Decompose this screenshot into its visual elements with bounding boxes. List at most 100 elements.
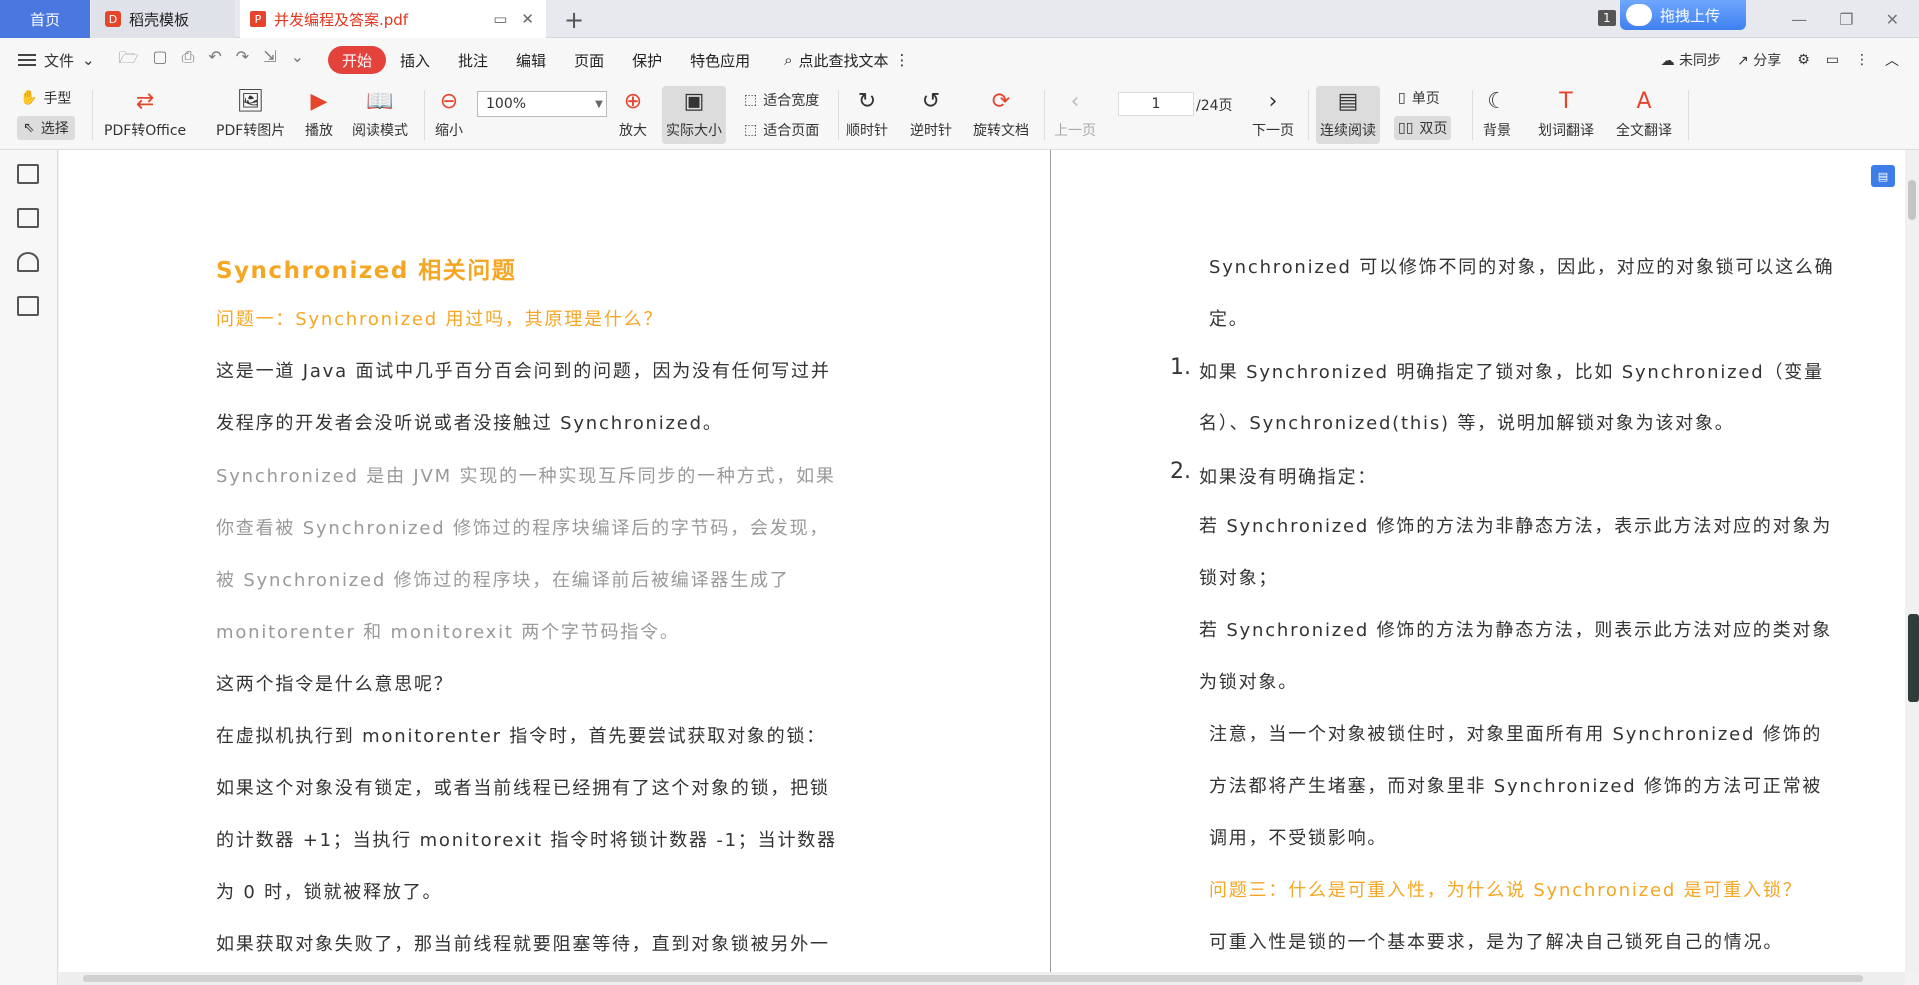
export-icon[interactable]: ⇲ xyxy=(263,47,276,74)
maximize-icon[interactable]: ❐ xyxy=(1839,10,1853,29)
save-icon[interactable]: ▢ xyxy=(152,47,167,74)
new-tab-button[interactable]: + xyxy=(564,6,584,34)
prev-page-button[interactable]: ‹ 上一页 xyxy=(1054,86,1096,140)
close-tab-icon[interactable]: ✕ xyxy=(521,10,534,28)
vertical-scrollbar[interactable] xyxy=(1905,150,1919,972)
horizontal-scrollbar[interactable] xyxy=(59,972,1905,985)
more-quick-icon[interactable]: ⌄ xyxy=(291,47,304,74)
hamburger-icon xyxy=(18,54,36,66)
zoom-in-button[interactable]: ⊕ 放大 xyxy=(618,86,648,140)
background-button[interactable]: ☾ 背景 xyxy=(1482,86,1512,140)
title-bar: 首页 D 稻壳模板 P 并发编程及答案.pdf ▭ ✕ + 1 拖拽上传 — ❐… xyxy=(0,0,1919,38)
page-number-input[interactable]: 1 xyxy=(1118,92,1194,116)
window-count-badge: 1 xyxy=(1598,10,1616,26)
undo-icon[interactable]: ↶ xyxy=(208,47,221,74)
menu-annotate[interactable]: 批注 xyxy=(444,46,502,74)
side-widget[interactable] xyxy=(1908,614,1919,702)
pdf-to-office-icon: ⇄ xyxy=(135,88,155,114)
zoom-select[interactable]: 100% ▼ xyxy=(477,91,607,117)
actual-size-button[interactable]: ▣ 实际大小 xyxy=(662,86,726,144)
attachment-icon[interactable] xyxy=(17,296,39,316)
paragraph-line: 为 0 时，锁就被释放了。 xyxy=(216,882,443,903)
menu-features[interactable]: 特色应用 xyxy=(676,46,764,74)
menu-insert[interactable]: 插入 xyxy=(386,46,444,74)
rotate-counterclockwise-button[interactable]: ↺ 逆时针 xyxy=(910,86,952,140)
rotate-clockwise-button[interactable]: ↻ 顺时针 xyxy=(846,86,888,140)
double-page-button[interactable]: ▯▯ 双页 xyxy=(1394,116,1452,140)
select-label: 选择 xyxy=(40,121,69,137)
play-button[interactable]: ▶ 播放 xyxy=(304,86,334,140)
share-label: 分享 xyxy=(1753,53,1782,69)
tab-home[interactable]: 首页 xyxy=(0,0,90,38)
settings-icon[interactable]: ⚙ xyxy=(1797,52,1810,68)
scroll-thumb[interactable] xyxy=(1908,180,1916,220)
page-divider xyxy=(1050,150,1051,972)
upload-label: 拖拽上传 xyxy=(1660,6,1721,25)
zoom-out-button[interactable]: ⊖ 缩小 xyxy=(434,86,464,140)
menu-edit[interactable]: 编辑 xyxy=(502,46,560,74)
single-page-button[interactable]: ▯ 单页 xyxy=(1398,88,1440,108)
more-options-icon[interactable]: ⋮ xyxy=(1855,52,1869,68)
minimize-icon[interactable]: — xyxy=(1791,10,1807,29)
annotation-icon[interactable] xyxy=(17,252,39,272)
paragraph-line: 你查看被 Synchronized 修饰过的程序块编译后的字节码，会发现， xyxy=(216,518,830,539)
print-icon[interactable]: ⎙ xyxy=(182,47,195,74)
fit-page-icon: ⬚ xyxy=(744,122,758,138)
share-button[interactable]: ↗ 分享 xyxy=(1737,50,1781,70)
drag-upload-button[interactable]: 拖拽上传 xyxy=(1620,0,1746,30)
pdf-to-office-button[interactable]: ⇄ PDF转Office xyxy=(104,86,186,140)
tab-pdf-document[interactable]: P 并发编程及答案.pdf ▭ ✕ xyxy=(240,0,546,38)
more-vertical-icon[interactable]: ⋮ xyxy=(895,51,910,69)
redo-icon[interactable]: ↷ xyxy=(236,47,249,74)
play-label: 播放 xyxy=(305,123,333,139)
find-text-search[interactable]: ⌕ 点此查找文本 ⋮ xyxy=(784,50,909,71)
hand-tool[interactable]: ✋ 手型 xyxy=(20,88,71,108)
collapse-ribbon-icon[interactable]: ︿ xyxy=(1885,50,1899,70)
read-mode-button[interactable]: 📖 阅读模式 xyxy=(352,86,408,140)
paragraph-line: monitorenter 和 monitorexit 两个字节码指令。 xyxy=(216,622,680,643)
full-translate-label: 全文翻译 xyxy=(1616,123,1672,139)
pdf-to-image-button[interactable]: 🖼 PDF转图片 xyxy=(216,86,285,140)
thumbnail-icon[interactable] xyxy=(17,208,39,228)
rotate-document-button[interactable]: ⟳ 旋转文档 xyxy=(973,86,1029,140)
next-page-button[interactable]: › 下一页 xyxy=(1252,86,1294,140)
zoom-in-icon: ⊕ xyxy=(623,88,643,114)
continuous-reading-button[interactable]: ▤ 连续阅读 xyxy=(1316,86,1380,144)
full-translate-button[interactable]: A 全文翻译 xyxy=(1616,86,1672,140)
rotate-doc-label: 旋转文档 xyxy=(973,123,1029,139)
search-label: 点此查找文本 xyxy=(798,51,889,70)
menu-page[interactable]: 页面 xyxy=(560,46,618,74)
rotate-document-icon: ⟳ xyxy=(991,88,1011,114)
background-label: 背景 xyxy=(1483,123,1511,139)
comment-icon[interactable]: ▭ xyxy=(1826,52,1839,68)
outline-icon[interactable] xyxy=(17,164,39,184)
select-tool[interactable]: ⇖ 选择 xyxy=(17,116,75,140)
single-page-icon: ▯ xyxy=(1398,90,1406,106)
read-mode-label: 阅读模式 xyxy=(352,123,408,139)
pin-window-icon[interactable]: ▭ xyxy=(493,10,507,28)
sync-status[interactable]: ☁ 未同步 xyxy=(1661,50,1721,70)
zoom-out-label: 缩小 xyxy=(435,123,463,139)
prev-page-label: 上一页 xyxy=(1054,123,1096,139)
paragraph-line: 发程序的开发者会没听说或者没接触过 Synchronized。 xyxy=(216,413,723,434)
note-line: 方法都将产生堵塞，而对象里非 Synchronized 修饰的方法可正常被 xyxy=(1209,776,1823,797)
close-window-icon[interactable]: ✕ xyxy=(1886,10,1899,29)
file-menu[interactable]: 文件 ⌄ xyxy=(18,50,95,71)
fit-width-button[interactable]: ⬚ 适合宽度 xyxy=(744,90,819,110)
tab-template[interactable]: D 稻壳模板 xyxy=(91,0,235,38)
floating-tool-icon[interactable]: ▤ xyxy=(1871,165,1895,187)
paragraph-line: 若 Synchronized 修饰的方法为非静态方法，表示此方法对应的对象为 xyxy=(1199,516,1833,537)
open-folder-icon[interactable]: 🗁 xyxy=(119,47,139,74)
word-translate-button[interactable]: T 划词翻译 xyxy=(1538,86,1594,140)
menu-bar: 文件 ⌄ 🗁 ▢ ⎙ ↶ ↷ ⇲ ⌄ 开始 插入 批注 编辑 页面 保护 特色应… xyxy=(0,38,1919,82)
cloud-icon xyxy=(1626,4,1652,26)
menu-protect[interactable]: 保护 xyxy=(618,46,676,74)
sync-label: 未同步 xyxy=(1679,53,1722,69)
scroll-thumb[interactable] xyxy=(83,975,1863,982)
list-number: 2. xyxy=(1170,459,1191,484)
paragraph-line: 在虚拟机执行到 monitorenter 指令时，首先要尝试获取对象的锁： xyxy=(216,726,827,747)
double-page-icon: ▯▯ xyxy=(1398,120,1414,136)
fit-page-button[interactable]: ⬚ 适合页面 xyxy=(744,120,819,140)
zoom-in-label: 放大 xyxy=(619,123,647,139)
menu-start[interactable]: 开始 xyxy=(328,46,387,74)
